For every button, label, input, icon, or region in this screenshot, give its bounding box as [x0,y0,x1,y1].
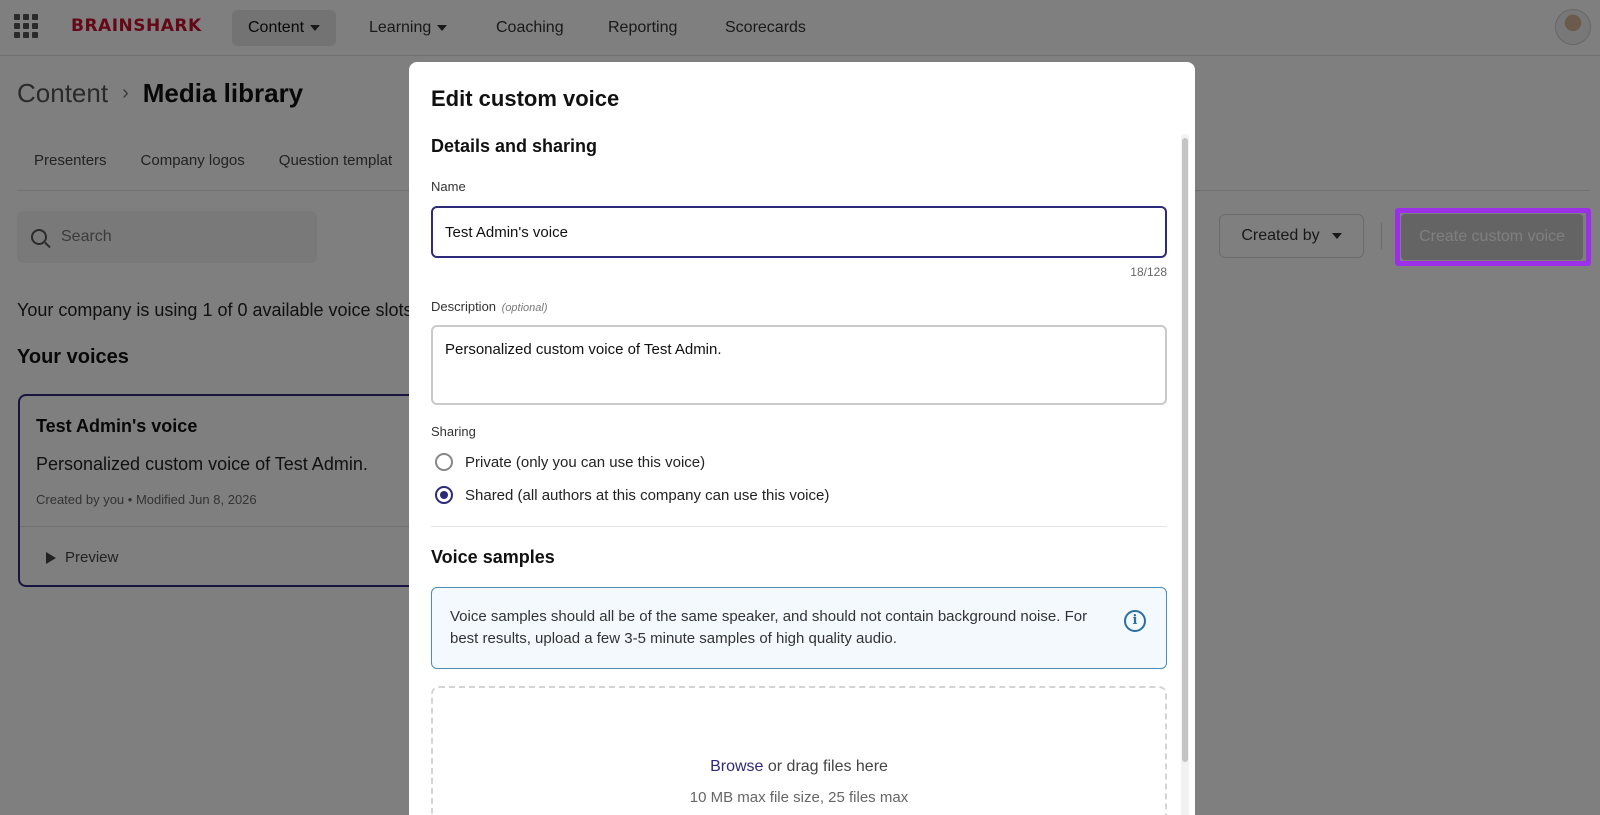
dialog-scrollbar-thumb[interactable] [1182,138,1188,762]
radio-unchecked-icon[interactable] [435,453,453,471]
sharing-label: Sharing [431,424,476,439]
dropzone-instructions: Browse or drag files here [433,758,1165,776]
info-text: Voice samples should all be of the same … [450,608,1088,647]
name-field[interactable] [431,206,1167,258]
sharing-option-label: Private (only you can use this voice) [465,453,706,471]
focus-highlight [1395,208,1591,266]
dropzone-hint: 10 MB max file size, 25 files max [689,789,909,806]
dialog-title: Edit custom voice [431,86,620,111]
description-label-text: Description [431,299,497,314]
info-icon[interactable]: i [1124,610,1146,632]
voice-samples-info: Voice samples should all be of the same … [431,587,1167,669]
drag-text: or drag files here [763,758,888,775]
details-section-title: Details and sharing [431,136,598,156]
name-label: Name [431,179,466,194]
sharing-option-shared[interactable]: Shared (all authors at this company can … [435,486,829,504]
edit-custom-voice-dialog: Edit custom voice Details and sharing Na… [409,62,1195,815]
description-label: Description (optional) [431,299,548,314]
radio-checked-icon[interactable] [435,486,453,504]
voice-samples-title: Voice samples [431,547,555,567]
name-char-count: 18/128 [1130,265,1167,279]
browse-link[interactable]: Browse [710,758,763,775]
sharing-option-label: Shared (all authors at this company can … [465,486,830,504]
optional-tag: (optional) [501,302,548,314]
sharing-option-private[interactable]: Private (only you can use this voice) [435,453,705,471]
section-divider [431,526,1167,527]
description-field[interactable]: Personalized custom voice of Test Admin. [431,325,1167,405]
file-dropzone[interactable]: Browse or drag files here 10 MB max file… [431,686,1167,815]
